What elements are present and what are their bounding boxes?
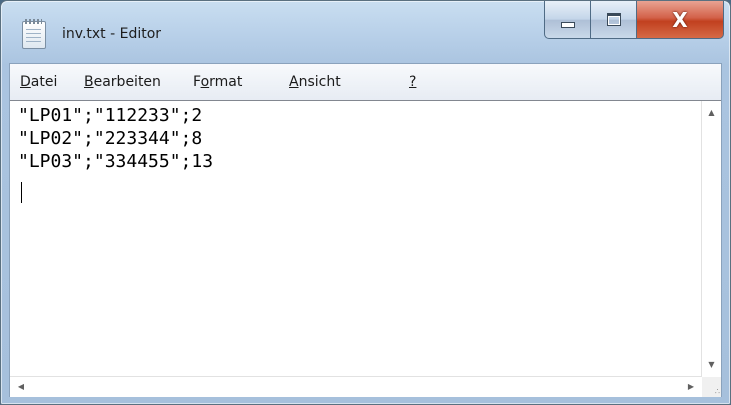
caption-buttons: X: [524, 1, 724, 41]
window-title: inv.txt - Editor: [62, 26, 162, 42]
menu-ansicht[interactable]: Ansicht: [289, 74, 341, 90]
minimize-button[interactable]: [544, 1, 591, 39]
text-content[interactable]: "LP01";"112233";2 "LP02";"223344";8 "LP03"…: [18, 104, 688, 364]
maximize-icon: [606, 13, 621, 26]
editor-window: inv.txt - Editor X Datei Bearbeiten Form…: [0, 0, 731, 405]
text-line: "LP01";"112233";2: [18, 105, 203, 126]
title-bar[interactable]: inv.txt - Editor X: [1, 1, 730, 63]
client-area: Datei Bearbeiten Format Ansicht ? "LP01"…: [9, 63, 722, 397]
scroll-right-icon[interactable]: ▶: [680, 377, 702, 397]
vertical-scrollbar[interactable]: ▲ ▼: [701, 101, 721, 377]
horizontal-scrollbar[interactable]: ◀ ▶: [10, 376, 702, 397]
menu-bar: Datei Bearbeiten Format Ansicht ?: [10, 64, 721, 101]
maximize-button[interactable]: [591, 1, 637, 39]
text-line: "LP03";"334455";13: [18, 151, 214, 172]
menu-help[interactable]: ?: [409, 74, 416, 90]
menu-datei[interactable]: Datei: [20, 74, 57, 90]
notepad-icon[interactable]: [22, 19, 46, 49]
menu-bearbeiten[interactable]: Bearbeiten: [84, 74, 161, 90]
close-icon: X: [672, 7, 688, 32]
text-line: "LP02";"223344";8: [18, 128, 203, 149]
scroll-left-icon[interactable]: ◀: [10, 377, 32, 397]
text-editor[interactable]: "LP01";"112233";2 "LP02";"223344";8 "LP03"…: [10, 100, 721, 397]
menu-format[interactable]: Format: [193, 74, 242, 90]
close-button[interactable]: X: [637, 1, 724, 39]
scroll-up-icon[interactable]: ▲: [702, 101, 721, 125]
text-caret: [21, 182, 22, 203]
size-grip-icon[interactable]: ∴: [702, 377, 721, 397]
minimize-icon: [560, 21, 575, 28]
scroll-down-icon[interactable]: ▼: [702, 353, 721, 377]
